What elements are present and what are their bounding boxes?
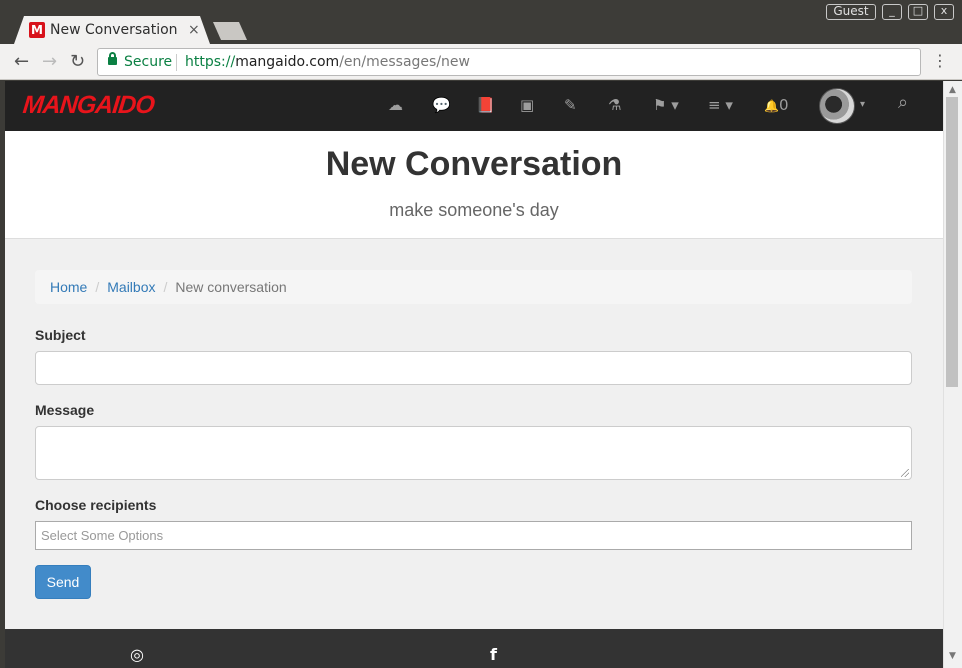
scroll-thumb[interactable] [946, 97, 958, 387]
book-icon[interactable]: 📕 [476, 95, 495, 115]
close-window-button[interactable]: x [934, 4, 954, 20]
avatar[interactable] [819, 88, 855, 124]
maximize-button[interactable]: □ [908, 4, 928, 20]
scroll-up-icon[interactable]: ▲ [949, 85, 956, 95]
message-label: Message [35, 402, 95, 418]
forward-icon[interactable]: → [42, 52, 57, 72]
breadcrumb-current: New conversation [175, 279, 287, 295]
notifications-button[interactable]: 🔔0 [764, 95, 789, 116]
breadcrumb-mailbox[interactable]: Mailbox [107, 279, 155, 295]
scroll-down-icon[interactable]: ▼ [949, 651, 956, 661]
site-logo[interactable]: MANGAIDO [21, 90, 156, 120]
search-icon[interactable]: ⌕ [898, 93, 908, 113]
page-viewport: MANGAIDO ☁ 💬 📕 ▣ ✎ ⚗ ⚑ ▾ ≡ ▾ 🔔0 ▾ ⌕ New … [5, 81, 943, 668]
page-title: New Conversation [325, 145, 623, 183]
message-textarea[interactable] [35, 426, 912, 480]
url-scheme: https:// [185, 54, 236, 70]
breadcrumb: Home / Mailbox / New conversation [35, 270, 912, 304]
address-bar[interactable]: Secure https://mangaido.com/en/messages/… [97, 48, 921, 76]
comments-icon[interactable]: 💬 [432, 95, 451, 115]
new-tab-button[interactable] [213, 22, 247, 40]
image-icon[interactable]: ▣ [520, 95, 534, 115]
subject-label: Subject [35, 327, 86, 343]
profile-button[interactable]: Guest [826, 4, 876, 20]
browser-menu-icon[interactable]: ⋮ [932, 52, 948, 70]
chevron-down-icon[interactable]: ▾ [860, 95, 865, 115]
browser-tab[interactable]: M New Conversation × [14, 16, 210, 44]
browser-toolbar: ← → ↻ Secure https://mangaido.com/en/mes… [0, 44, 962, 80]
breadcrumb-separator: / [163, 279, 168, 295]
secure-label: Secure [124, 54, 173, 70]
url-path: /en/messages/new [339, 54, 470, 70]
tab-title: New Conversation [50, 22, 178, 38]
back-icon[interactable]: ← [14, 52, 29, 72]
breadcrumb-separator: / [95, 279, 100, 295]
url-host: mangaido.com [235, 54, 340, 70]
list-icon[interactable]: ≡ ▾ [708, 95, 733, 115]
recipients-label: Choose recipients [35, 497, 157, 513]
lock-icon [108, 52, 117, 65]
notification-count: 0 [778, 96, 789, 114]
bell-icon: 🔔 [764, 99, 779, 113]
facebook-icon[interactable]: f [490, 645, 497, 665]
page-header: New Conversation make someone's day [5, 131, 943, 239]
breadcrumb-home[interactable]: Home [50, 279, 87, 295]
subject-input[interactable] [35, 351, 912, 385]
recipients-select[interactable]: Select Some Options [35, 521, 912, 550]
send-button[interactable]: Send [35, 565, 91, 599]
page-scrollbar[interactable]: ▲ ▼ [943, 81, 962, 668]
url-text[interactable]: https://mangaido.com/en/messages/new [185, 54, 470, 71]
mortar-icon[interactable]: ⚗ [608, 95, 621, 115]
resize-handle-icon[interactable] [901, 469, 909, 477]
flag-icon[interactable]: ⚑ ▾ [653, 95, 679, 115]
edit-icon[interactable]: ✎ [564, 95, 577, 115]
page-subtitle: make someone's day [389, 200, 559, 220]
address-separator [176, 54, 177, 71]
site-navbar: MANGAIDO ☁ 💬 📕 ▣ ✎ ⚗ ⚑ ▾ ≡ ▾ 🔔0 ▾ ⌕ [5, 81, 943, 131]
minimize-button[interactable]: _ [882, 4, 902, 20]
browser-titlebar: M New Conversation × Guest _ □ x [0, 0, 962, 44]
tab-close-icon[interactable]: × [188, 21, 200, 39]
instagram-icon[interactable]: ◎ [130, 645, 144, 665]
upload-icon[interactable]: ☁ [388, 95, 403, 115]
reload-icon[interactable]: ↻ [70, 52, 85, 72]
favicon-icon: M [29, 22, 45, 38]
site-footer: ◎ f [5, 629, 943, 668]
